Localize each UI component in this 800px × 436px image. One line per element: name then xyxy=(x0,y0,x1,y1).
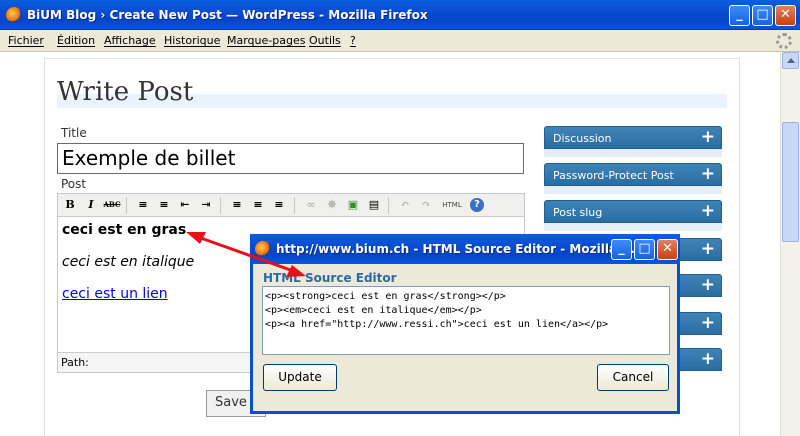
numbered-list-icon[interactable]: ≡ xyxy=(155,197,173,213)
title-input[interactable]: Exemple de billet xyxy=(57,143,524,174)
content-link[interactable]: ceci est un lien xyxy=(62,286,168,302)
align-right-icon[interactable]: ≡ xyxy=(270,197,288,213)
redo-icon[interactable]: ↷ xyxy=(417,197,435,213)
expand-plus-icon[interactable]: + xyxy=(701,349,715,370)
title-label: Title xyxy=(61,126,87,140)
vertical-scrollbar[interactable] xyxy=(780,52,800,436)
align-left-icon[interactable]: ≡ xyxy=(228,197,246,213)
menu-affichage[interactable]: Affichage xyxy=(104,34,156,47)
firefox-icon xyxy=(255,241,271,257)
sidebar-box-body xyxy=(544,223,722,231)
help-icon[interactable]: ? xyxy=(470,198,484,212)
popup-window-title: http://www.bium.ch - HTML Source Editor … xyxy=(276,242,635,256)
outdent-icon[interactable]: ⇤ xyxy=(176,197,194,213)
strikethrough-button[interactable]: ABC xyxy=(103,197,121,213)
sidebar-box-password[interactable]: Password-Protect Post + xyxy=(544,163,722,186)
page-title: Write Post xyxy=(57,77,194,107)
more-break-icon[interactable]: ▤ xyxy=(365,197,383,213)
browser-titlebar: BiUM Blog › Create New Post — WordPress … xyxy=(0,0,800,30)
sidebar-box-discussion[interactable]: Discussion + xyxy=(544,126,722,149)
sidebar-box-label: Discussion xyxy=(553,132,612,145)
close-button[interactable]: ✕ xyxy=(775,5,796,26)
cancel-button[interactable]: Cancel xyxy=(597,364,669,391)
browser-window-title: BiUM Blog › Create New Post — WordPress … xyxy=(27,8,428,22)
toolbar-separator xyxy=(388,197,389,214)
html-button[interactable]: HTML xyxy=(440,197,464,213)
toolbar-separator xyxy=(220,197,221,214)
toolbar-separator xyxy=(126,197,127,214)
bullet-list-icon[interactable]: ≡ xyxy=(134,197,152,213)
scroll-thumb[interactable] xyxy=(782,122,799,242)
popup-minimize-button[interactable]: _ xyxy=(611,239,632,260)
source-editor-heading: HTML Source Editor xyxy=(263,271,397,285)
sidebar-box-post-slug[interactable]: Post slug + xyxy=(544,200,722,223)
image-icon[interactable]: ▣ xyxy=(344,197,362,213)
link-icon[interactable]: ∞ xyxy=(302,197,320,213)
sidebar-box-label: Password-Protect Post xyxy=(553,169,674,182)
popup-maximize-button[interactable]: □ xyxy=(634,239,655,260)
minimize-button[interactable]: _ xyxy=(729,5,750,26)
bold-button[interactable]: B xyxy=(61,197,79,213)
menu-historique[interactable]: Historique xyxy=(164,34,220,47)
path-label: Path: xyxy=(61,356,89,369)
expand-plus-icon[interactable]: + xyxy=(701,127,715,148)
sidebar-box-body xyxy=(544,186,722,194)
italic-button[interactable]: I xyxy=(82,197,100,213)
html-source-editor-window: http://www.bium.ch - HTML Source Editor … xyxy=(250,234,680,414)
maximize-button[interactable]: □ xyxy=(752,5,773,26)
expand-plus-icon[interactable]: + xyxy=(701,164,715,185)
popup-close-button[interactable]: ✕ xyxy=(657,239,678,260)
expand-plus-icon[interactable]: + xyxy=(701,275,715,296)
menu-edition[interactable]: Édition xyxy=(57,34,95,47)
expand-plus-icon[interactable]: + xyxy=(701,313,715,334)
indent-icon[interactable]: ⇥ xyxy=(197,197,215,213)
sidebar-box-body xyxy=(544,149,722,157)
menu-outils[interactable]: Outils xyxy=(309,34,341,47)
popup-body: HTML Source Editor <p><strong>ceci est e… xyxy=(253,264,677,411)
menu-marque-pages[interactable]: Marque-pages xyxy=(227,34,305,47)
popup-titlebar: http://www.bium.ch - HTML Source Editor … xyxy=(250,234,680,264)
expand-plus-icon[interactable]: + xyxy=(701,201,715,222)
unlink-icon[interactable]: ✸ xyxy=(323,197,341,213)
toolbar-separator xyxy=(294,197,295,214)
menu-bar: Fichier Édition Affichage Historique Mar… xyxy=(0,30,800,52)
post-label: Post xyxy=(61,177,87,191)
throbber-icon xyxy=(776,33,792,49)
editor-toolbar: B I ABC ≡ ≡ ⇤ ⇥ ≡ ≡ ≡ ∞ ✸ ▣ ▤ ↶ ↷ HTML ? xyxy=(58,194,524,217)
firefox-icon xyxy=(6,7,22,23)
undo-icon[interactable]: ↶ xyxy=(396,197,414,213)
scroll-up-icon[interactable] xyxy=(782,52,799,69)
update-button[interactable]: Update xyxy=(263,364,337,391)
html-source-textarea[interactable]: <p><strong>ceci est en gras</strong></p>… xyxy=(262,286,670,355)
menu-help[interactable]: ? xyxy=(350,34,356,47)
menu-fichier[interactable]: Fichier xyxy=(8,34,44,47)
expand-plus-icon[interactable]: + xyxy=(701,239,715,260)
align-center-icon[interactable]: ≡ xyxy=(249,197,267,213)
sidebar-box-label: Post slug xyxy=(553,206,603,219)
